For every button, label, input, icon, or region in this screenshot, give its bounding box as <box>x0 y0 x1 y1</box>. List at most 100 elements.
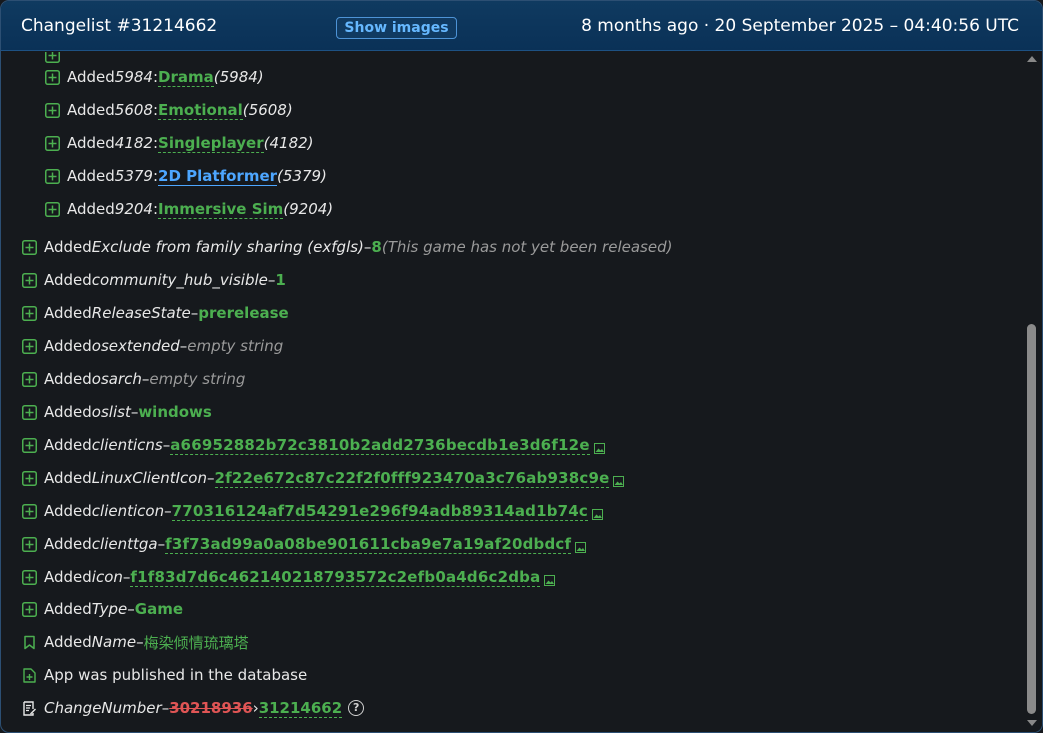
list-item: Added 9204: Immersive Sim (9204) <box>45 198 333 220</box>
entry-empty-value: empty string <box>187 337 284 355</box>
list-item: Added icon – f1f83d7d6c462140218793572c2… <box>22 566 556 588</box>
change-number-row: ChangeNumber – 30218936 › 31214662 ? <box>22 697 365 719</box>
list-item: Added osextended – empty string <box>22 335 283 357</box>
entry-dash: – <box>161 699 170 717</box>
plus-square-icon <box>45 52 60 63</box>
plus-square-icon <box>45 168 60 184</box>
list-item: Added ReleaseState – prerelease <box>22 302 289 324</box>
entry-value: 1 <box>275 271 286 289</box>
plus-square-icon <box>22 371 37 387</box>
entry-prefix: Added <box>67 200 115 218</box>
tag-id-suffix: (9204) <box>283 200 334 218</box>
entry-empty-value: empty string <box>149 370 246 388</box>
scrollbar[interactable] <box>1022 52 1042 732</box>
entry-dash: – <box>136 633 144 651</box>
entry-prefix: Added <box>67 101 115 119</box>
entry-key: clienticns <box>91 436 163 454</box>
entry-prefix: Added <box>44 600 92 618</box>
header-bar: Changelist #31214662 Show images 8 month… <box>1 1 1042 51</box>
entry-prefix: Added <box>44 403 92 421</box>
list-item: Added osarch – empty string <box>22 368 245 390</box>
changelist-title[interactable]: Changelist #31214662 <box>21 16 217 36</box>
entry-prefix: Added <box>67 134 115 152</box>
list-item: Added 5379: 2D Platformer (5379) <box>45 165 327 187</box>
entry-dash: – <box>267 271 276 289</box>
entry-prefix: Added <box>44 238 92 256</box>
plus-square-icon <box>22 338 37 354</box>
new-change-number[interactable]: 31214662 <box>258 699 343 718</box>
tag-id-suffix: (5379) <box>277 167 327 185</box>
entry-key: community_hub_visible <box>91 271 268 289</box>
entry-dash: – <box>164 502 172 520</box>
tag-link[interactable]: Drama <box>158 68 214 87</box>
tag-id: 5984 <box>114 68 153 86</box>
list-item: Added clienticon – 770316124af7d54291e29… <box>22 500 604 522</box>
tag-id-suffix: (4182) <box>263 134 314 152</box>
entry-dash: – <box>363 238 372 256</box>
help-icon[interactable]: ? <box>348 700 365 716</box>
list-item: Added oslist – windows <box>22 401 212 423</box>
entry-value: 梅染倾情琉璃塔 <box>143 633 249 652</box>
entry-prefix: Added <box>44 370 92 388</box>
entry-dash: – <box>179 337 188 355</box>
image-icon[interactable] <box>592 506 604 520</box>
list-item: Added LinuxClientIcon – 2f22e672c87c22f2… <box>22 467 625 489</box>
file-plus-icon <box>22 667 37 683</box>
entry-key: clienttga <box>91 535 158 553</box>
plus-square-icon <box>22 569 37 585</box>
entry-key: Exclude from family sharing (exfgls) <box>91 238 364 256</box>
tag-id: 5608 <box>114 101 153 119</box>
tag-id: 9204 <box>114 200 153 218</box>
hash-link[interactable]: 2f22e672c87c22f2f0fff923470a3c76ab938c9e <box>214 469 610 488</box>
list-item: Added Exclude from family sharing (exfgl… <box>22 236 672 258</box>
entry-value: 8 <box>371 238 382 256</box>
hash-link[interactable]: f1f83d7d6c462140218793572c2efb0a4d6c2dba <box>130 568 541 587</box>
plus-square-icon <box>22 437 37 453</box>
entry-value: Game <box>134 600 184 618</box>
scroll-down-arrow-icon[interactable] <box>1027 720 1037 726</box>
entry-dash: – <box>190 304 199 322</box>
image-icon[interactable] <box>593 440 605 454</box>
plus-square-icon <box>22 404 37 420</box>
entry-prefix: Added <box>44 502 92 520</box>
bookmark-icon <box>22 635 37 650</box>
hash-link[interactable]: 770316124af7d54291e296f94adb89314ad1b74c <box>171 502 589 521</box>
image-icon[interactable] <box>544 572 556 586</box>
tag-link[interactable]: Singleplayer <box>158 134 264 153</box>
published-row: App was published in the database <box>22 664 307 686</box>
entry-prefix: Added <box>44 568 92 586</box>
scroll-up-arrow-icon[interactable] <box>1027 56 1037 62</box>
plus-square-icon <box>45 135 60 151</box>
show-images-button[interactable]: Show images <box>336 17 457 39</box>
entry-dash: – <box>130 403 139 421</box>
changelist-content: Added 5984: Drama (5984) Added 5608: Emo… <box>1 52 1022 732</box>
entry-prefix: Added <box>44 535 92 553</box>
hash-link[interactable]: f3f73ad99a0a08be901611cba9e7a19af20dbdcf <box>165 535 572 554</box>
entry-prefix: Added <box>67 68 115 86</box>
entry-prefix: Added <box>44 633 92 651</box>
entry-dash: – <box>162 436 171 454</box>
entry-key: Name <box>91 633 137 651</box>
tag-link[interactable]: Emotional <box>158 101 243 120</box>
plus-square-icon <box>22 536 37 552</box>
tag-link[interactable]: Immersive Sim <box>158 200 284 219</box>
entry-dash: – <box>207 469 215 487</box>
entry-key: clienticon <box>91 502 165 520</box>
entry-prefix: Added <box>67 167 115 185</box>
entry-key: LinuxClientIcon <box>91 469 207 487</box>
entry-value: prerelease <box>198 304 289 322</box>
changelist-window: Changelist #31214662 Show images 8 month… <box>0 0 1043 733</box>
scrollbar-thumb[interactable] <box>1027 324 1036 714</box>
tag-id-suffix: (5984) <box>213 68 264 86</box>
image-icon[interactable] <box>613 473 625 487</box>
entry-prefix: Added <box>44 304 92 322</box>
published-text: App was published in the database <box>44 666 308 684</box>
hash-link[interactable]: a66952882b72c3810b2add2736becdb1e3d6f12e <box>170 436 590 455</box>
old-change-number[interactable]: 30218936 <box>169 699 253 717</box>
changelist-date: 8 months ago · 20 September 2025 – 04:40… <box>581 16 1019 36</box>
list-item: Added clienttga – f3f73ad99a0a08be901611… <box>22 533 587 555</box>
entry-dash: – <box>127 600 135 618</box>
image-icon[interactable] <box>575 539 587 553</box>
tag-link[interactable]: 2D Platformer <box>158 167 278 186</box>
document-edit-icon <box>22 700 37 716</box>
